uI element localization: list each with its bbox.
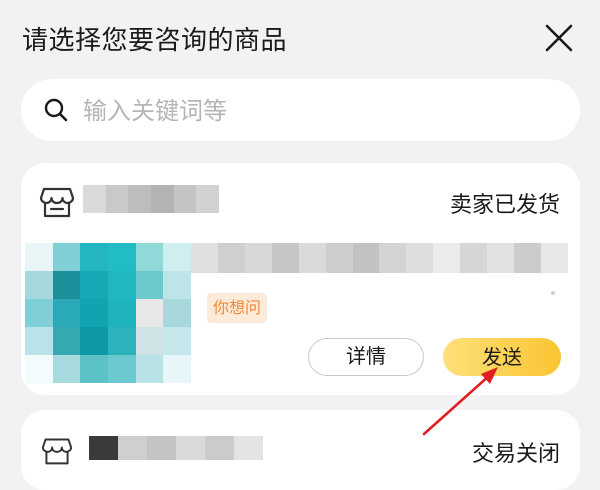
detail-button[interactable]: 详情 <box>308 338 424 376</box>
order-status: 卖家已发货 <box>449 193 560 218</box>
dialog-header: 请选择您要咨询的商品 <box>0 0 600 76</box>
order-card[interactable]: 交易关闭 <box>21 410 580 490</box>
ask-tag: 你想问 <box>207 293 268 323</box>
search-icon <box>44 98 68 122</box>
product-thumbnail[interactable] <box>25 243 191 383</box>
order-card[interactable]: 卖家已发货 你想问 详情 发送 <box>21 163 580 395</box>
product-title-mosaic <box>191 243 568 273</box>
shop-icon <box>41 438 73 465</box>
shop-name-mosaic <box>83 185 220 213</box>
shop-name-mosaic <box>89 436 263 460</box>
decorative-dot <box>551 291 555 295</box>
send-button[interactable]: 发送 <box>443 338 561 376</box>
close-button[interactable] <box>541 20 577 56</box>
search-bar[interactable] <box>21 79 580 141</box>
shop-icon <box>39 187 75 218</box>
dialog-title: 请选择您要咨询的商品 <box>22 26 288 56</box>
search-input[interactable] <box>81 89 555 133</box>
close-icon <box>545 24 573 52</box>
order-status: 交易关闭 <box>471 442 560 467</box>
